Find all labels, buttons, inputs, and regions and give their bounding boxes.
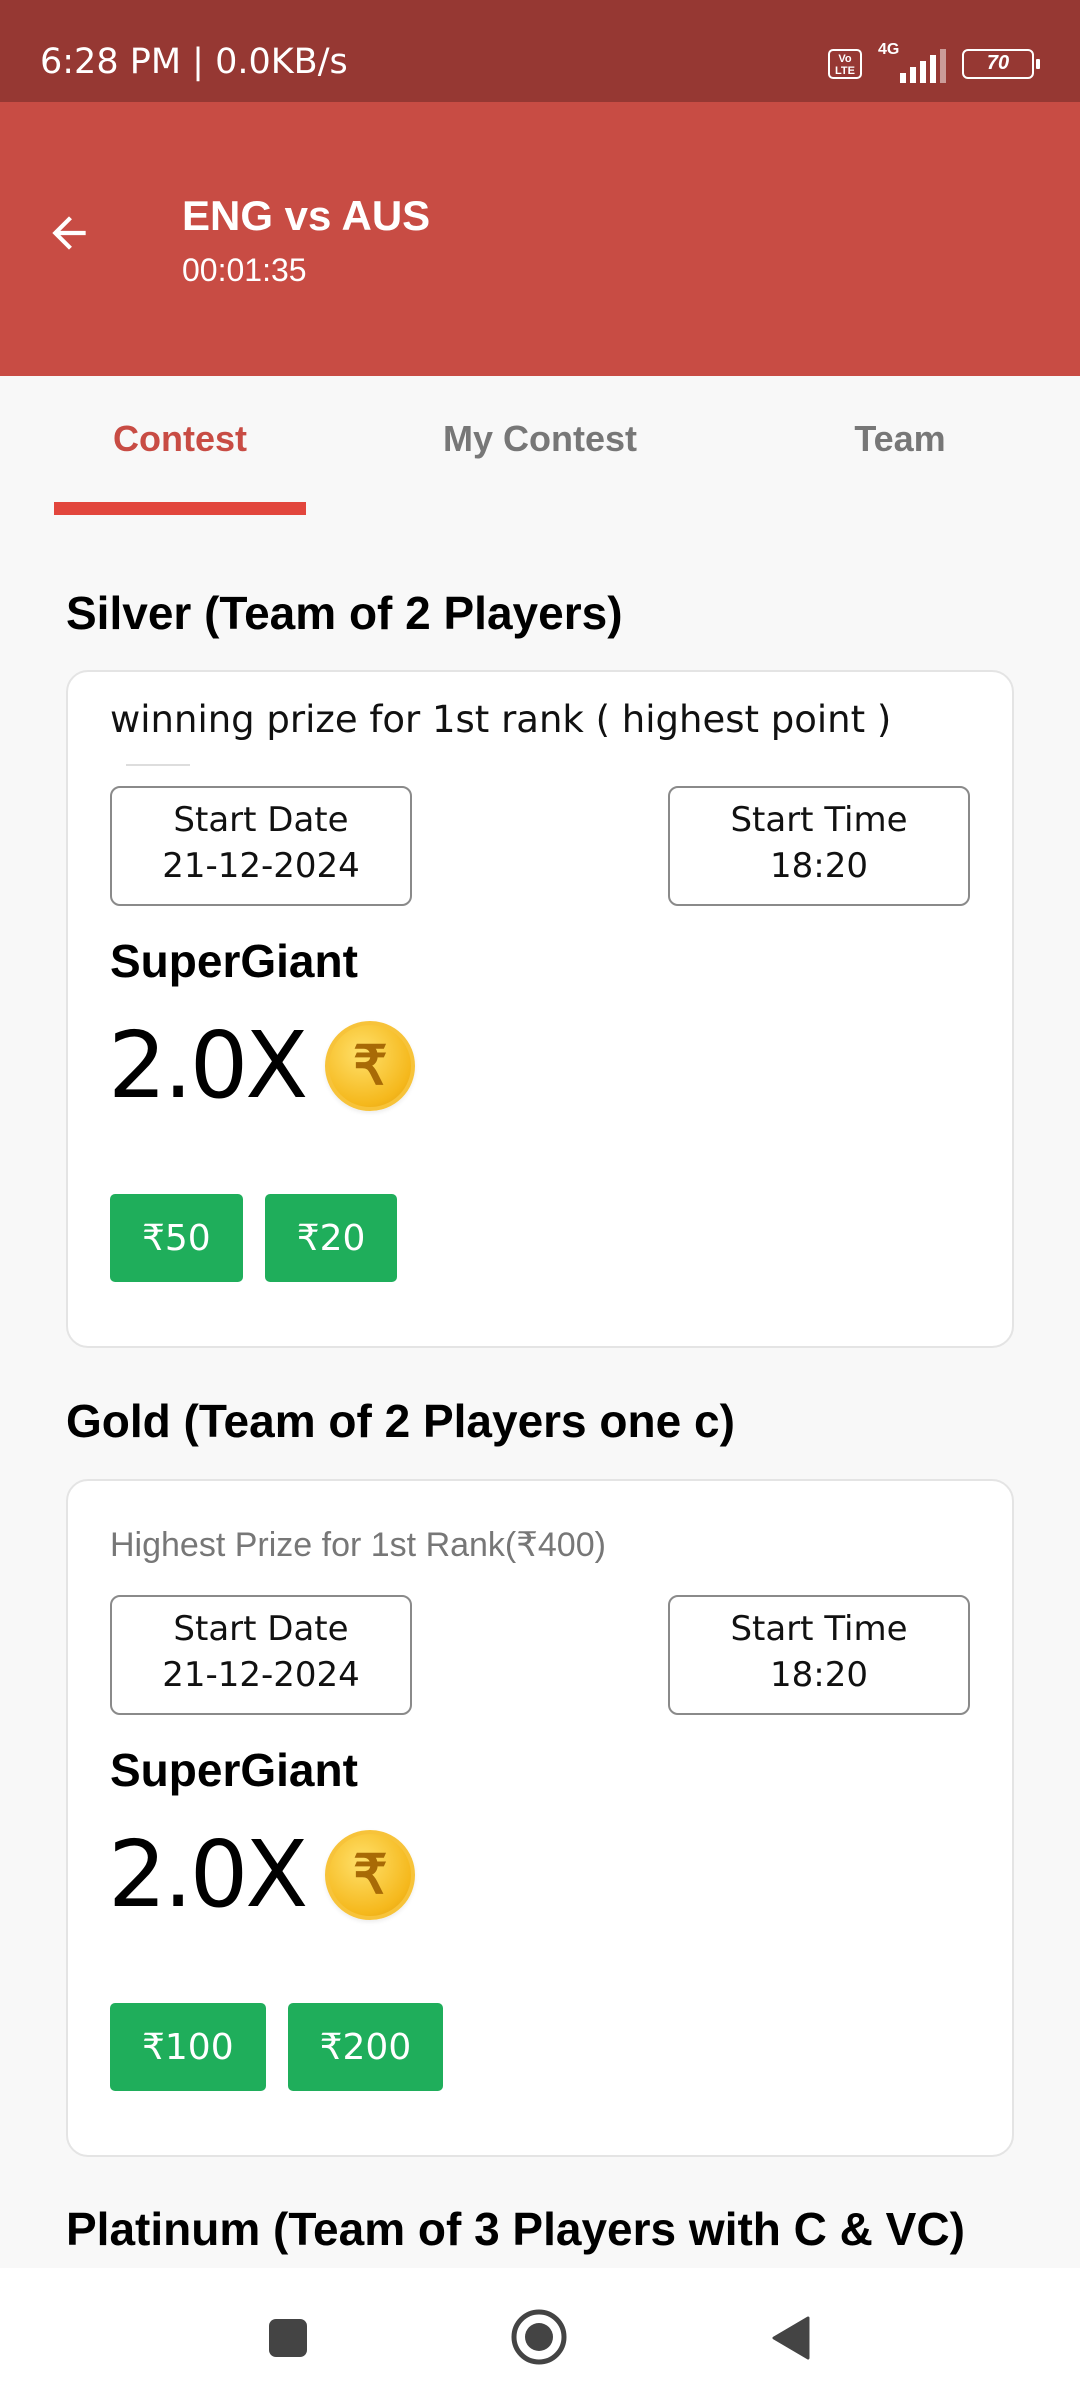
start-date-label: Start Date xyxy=(173,1609,349,1649)
start-time-value: 18:20 xyxy=(770,1655,868,1695)
prize-description: Highest Prize for 1st Rank(₹400) xyxy=(110,1526,606,1564)
signal-icon: 4G xyxy=(878,41,946,83)
tab-team[interactable]: Team xyxy=(820,418,980,460)
prize-description: winning prize for 1st rank ( highest poi… xyxy=(110,698,892,741)
app-bar: ENG vs AUS 00:01:35 xyxy=(0,102,1080,376)
tab-bar: Contest My Contest Team xyxy=(0,376,1080,516)
section-title-silver: Silver (Team of 2 Players) xyxy=(66,587,623,639)
nav-back-button[interactable] xyxy=(766,2314,814,2362)
multiplier-row: 2.0X ₹ xyxy=(108,1821,416,1928)
start-time-box: Start Time 18:20 xyxy=(668,786,970,906)
contest-card-gold[interactable]: Highest Prize for 1st Rank(₹400) Start D… xyxy=(66,1479,1014,2157)
multiplier-value: 2.0X xyxy=(108,1821,308,1928)
status-time: 6:28 PM | 0.0KB/s xyxy=(40,42,348,82)
entry-fee-button[interactable]: ₹200 xyxy=(287,2003,444,2091)
start-time-box: Start Time 18:20 xyxy=(668,1595,970,1715)
entry-fee-row: ₹50 ₹20 xyxy=(110,1194,398,1282)
entry-fee-button[interactable]: ₹20 xyxy=(264,1194,398,1282)
tab-indicator xyxy=(54,502,306,515)
recent-apps-button[interactable] xyxy=(264,2314,312,2362)
brand-name: SuperGiant xyxy=(110,1744,358,1796)
volte-icon: Vo LTE xyxy=(828,49,862,79)
match-title: ENG vs AUS xyxy=(182,192,431,239)
tab-my-contest[interactable]: My Contest xyxy=(420,418,660,460)
arrow-left-icon xyxy=(52,216,86,250)
entry-fee-button[interactable]: ₹100 xyxy=(110,2003,266,2091)
start-time-value: 18:20 xyxy=(770,846,868,886)
start-time-label: Start Time xyxy=(730,800,908,840)
back-icon xyxy=(772,2316,810,2360)
status-bar: 6:28 PM | 0.0KB/s Vo LTE 4G 70 xyxy=(0,0,1080,102)
entry-fee-row: ₹100 ₹200 xyxy=(110,2003,444,2091)
start-time-label: Start Time xyxy=(730,1609,908,1649)
home-button[interactable] xyxy=(510,2308,568,2366)
network-type: 4G xyxy=(878,41,900,58)
rupee-coin-icon: ₹ xyxy=(325,1020,416,1111)
multiplier-value: 2.0X xyxy=(108,1012,308,1119)
tab-contest[interactable]: Contest xyxy=(54,418,306,460)
divider xyxy=(126,764,190,766)
section-title-platinum: Platinum (Team of 3 Players with C & VC) xyxy=(66,2203,965,2255)
start-date-value: 21-12-2024 xyxy=(162,1655,360,1695)
recent-apps-icon xyxy=(269,2319,307,2357)
battery-icon: 70 xyxy=(962,49,1040,79)
multiplier-row: 2.0X ₹ xyxy=(108,1012,416,1119)
match-timer: 00:01:35 xyxy=(182,252,307,288)
entry-fee-button[interactable]: ₹50 xyxy=(110,1194,243,1282)
system-nav-bar xyxy=(0,2268,1080,2400)
brand-name: SuperGiant xyxy=(110,935,358,987)
rupee-coin-icon: ₹ xyxy=(325,1829,416,1920)
start-date-label: Start Date xyxy=(173,800,349,840)
start-date-box: Start Date 21-12-2024 xyxy=(110,786,412,906)
back-button[interactable] xyxy=(36,200,102,266)
start-date-box: Start Date 21-12-2024 xyxy=(110,1595,412,1715)
status-icons: Vo LTE 4G 70 xyxy=(828,41,1040,84)
start-date-value: 21-12-2024 xyxy=(162,846,360,886)
section-title-gold: Gold (Team of 2 Players one c) xyxy=(66,1395,735,1447)
contest-card-silver[interactable]: winning prize for 1st rank ( highest poi… xyxy=(66,670,1014,1348)
home-icon xyxy=(511,2309,567,2365)
